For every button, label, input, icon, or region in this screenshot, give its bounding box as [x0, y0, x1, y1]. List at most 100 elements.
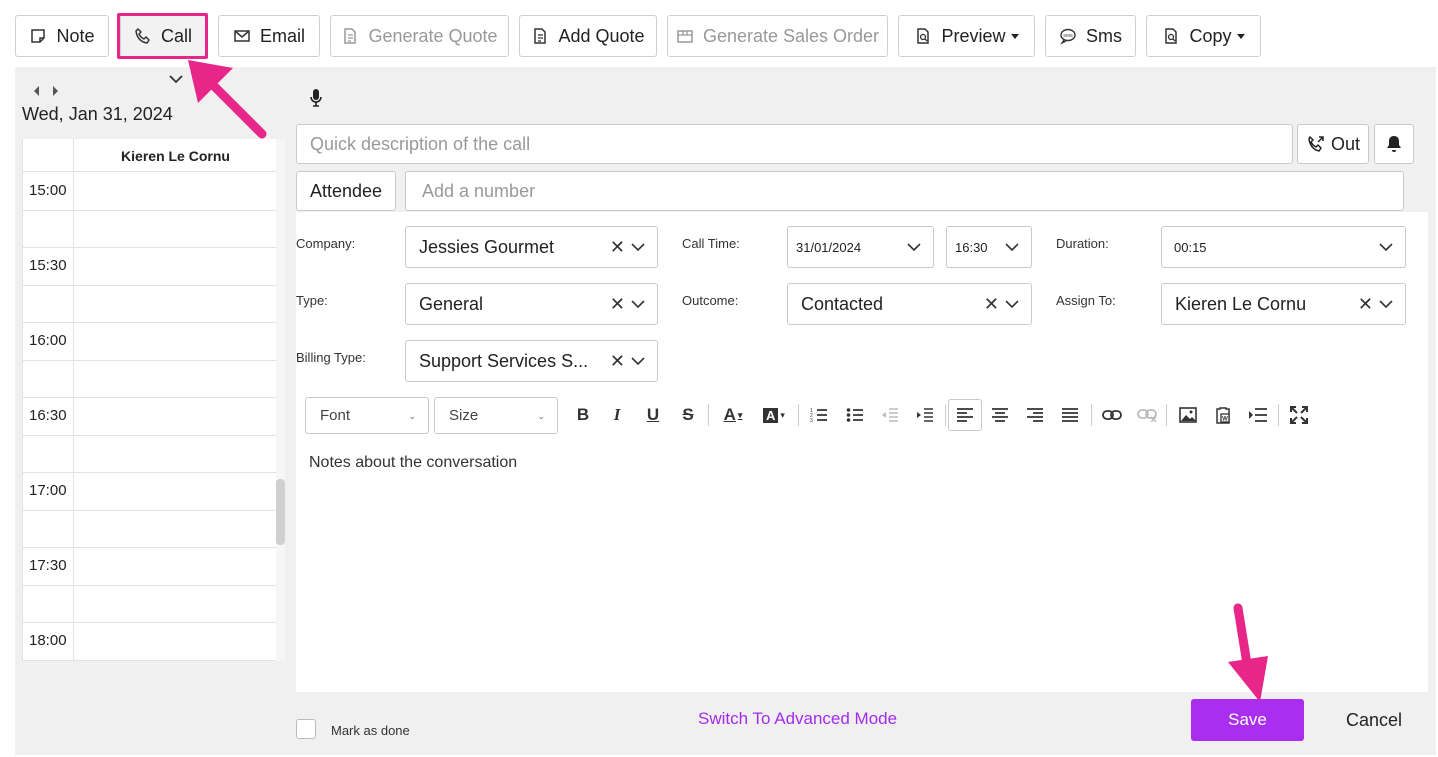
- font-select[interactable]: Font ⌄: [305, 397, 429, 434]
- type-label: Type:: [296, 293, 328, 308]
- link-icon[interactable]: [1100, 404, 1124, 426]
- sms-button[interactable]: SMS Sms: [1045, 15, 1136, 57]
- calendar-slot-line: [23, 547, 276, 548]
- underline-icon[interactable]: U: [641, 404, 665, 426]
- number-placeholder: Add a number: [422, 180, 536, 201]
- indent-icon[interactable]: [913, 404, 937, 426]
- font-select-label: Font: [320, 407, 351, 424]
- generate-sales-order-label: Generate Sales Order: [702, 25, 880, 46]
- size-select-label: Size: [449, 407, 479, 424]
- unordered-list-icon[interactable]: [843, 404, 867, 426]
- generate-sales-order-button[interactable]: Generate Sales Order: [667, 15, 888, 57]
- microphone-icon[interactable]: [309, 88, 323, 108]
- switch-advanced-mode-link[interactable]: Switch To Advanced Mode: [698, 709, 897, 729]
- outgoing-call-icon: [1308, 136, 1324, 152]
- box-icon: [677, 30, 693, 43]
- call-direction-label: Out: [1330, 133, 1360, 154]
- size-select[interactable]: Size ⌄: [434, 397, 558, 434]
- background-color-icon[interactable]: A ▾: [758, 404, 790, 426]
- attendee-button[interactable]: Attendee: [296, 171, 396, 211]
- image-icon[interactable]: [1176, 404, 1200, 426]
- ordered-list-icon[interactable]: 123: [807, 404, 831, 426]
- call-time-select[interactable]: 16:30: [946, 226, 1032, 268]
- bold-icon[interactable]: B: [571, 404, 595, 426]
- calendar-slot-line: [23, 472, 276, 473]
- arrow-to-save-icon: [1228, 603, 1268, 702]
- duration-label: Duration:: [1056, 236, 1109, 251]
- reminder-button[interactable]: [1374, 124, 1414, 164]
- mark-as-done-checkbox[interactable]: [296, 719, 316, 739]
- toolbar-divider: [1166, 404, 1167, 426]
- caret-down-icon: [1236, 33, 1245, 39]
- sms-label: Sms: [1086, 25, 1122, 46]
- billing-type-select[interactable]: Support Services S... ✕: [405, 340, 658, 382]
- number-input[interactable]: Add a number: [405, 171, 1404, 211]
- calendar-time-label: 17:30: [29, 557, 67, 574]
- calendar-slot-line: [23, 509, 276, 511]
- assign-to-select[interactable]: Kieren Le Cornu ✕: [1161, 283, 1406, 325]
- company-label: Company:: [296, 236, 356, 251]
- outcome-value: Contacted: [801, 293, 884, 314]
- call-direction-button[interactable]: Out: [1297, 124, 1369, 164]
- toolbar-divider: [945, 404, 946, 426]
- align-center-icon[interactable]: [988, 404, 1012, 426]
- envelope-icon: [234, 30, 250, 42]
- scrollbar-thumb[interactable]: [276, 479, 285, 545]
- fullscreen-icon[interactable]: [1287, 404, 1311, 426]
- clear-icon[interactable]: ✕: [1358, 294, 1373, 315]
- unlink-icon[interactable]: [1135, 404, 1159, 426]
- email-label: Email: [259, 25, 305, 46]
- sms-icon: SMS: [1060, 28, 1076, 45]
- note-icon: [31, 29, 46, 43]
- paste-word-icon[interactable]: W: [1211, 404, 1235, 426]
- toolbar-divider: [1278, 404, 1279, 426]
- chevron-down-icon: [1379, 299, 1393, 308]
- justify-icon[interactable]: [1058, 404, 1082, 426]
- notes-editor[interactable]: Notes about the conversation: [309, 454, 517, 472]
- outcome-select[interactable]: Contacted ✕: [787, 283, 1032, 325]
- duration-select[interactable]: 00:15: [1161, 226, 1406, 268]
- generate-quote-button[interactable]: Generate Quote: [330, 15, 509, 57]
- attendee-label: Attendee: [309, 180, 383, 201]
- chevron-down-icon: [631, 299, 645, 308]
- calendar-column-header: Kieren Le Cornu: [121, 148, 230, 164]
- clear-icon[interactable]: ✕: [984, 294, 999, 315]
- document-icon: [534, 28, 547, 44]
- note-button[interactable]: Note: [15, 15, 109, 57]
- cancel-button[interactable]: Cancel: [1346, 710, 1402, 731]
- call-description-input[interactable]: Quick description of the call: [296, 124, 1293, 164]
- align-right-icon[interactable]: [1023, 404, 1047, 426]
- font-color-icon[interactable]: A ▾: [718, 404, 748, 426]
- chevron-down-icon: [1005, 299, 1019, 308]
- day-calendar[interactable]: Kieren Le Cornu 15:00 15:30 16:00 16:30 17:0…: [22, 139, 276, 661]
- type-select[interactable]: General ✕: [405, 283, 658, 325]
- calendar-slot-line: [23, 622, 276, 623]
- copy-button[interactable]: Copy: [1146, 15, 1261, 57]
- arrow-to-call-icon: [188, 60, 267, 139]
- prev-day-icon[interactable]: [32, 85, 41, 97]
- copy-label: Copy: [1189, 25, 1232, 46]
- align-left-icon[interactable]: [948, 399, 982, 431]
- italic-icon[interactable]: I: [605, 404, 629, 426]
- calendar-scrollbar[interactable]: [276, 139, 285, 661]
- calendar-time-label: 17:00: [29, 482, 67, 499]
- mark-as-done-label: Mark as done: [331, 723, 410, 738]
- calendar-time-label: 16:00: [29, 332, 67, 349]
- caret-down-icon: [1010, 33, 1019, 39]
- strikethrough-icon[interactable]: S: [676, 404, 700, 426]
- chevron-down-icon: ⌄: [537, 411, 545, 421]
- clear-icon[interactable]: ✕: [610, 294, 625, 315]
- company-select[interactable]: Jessies Gourmet ✕: [405, 226, 658, 268]
- outdent-icon[interactable]: [878, 404, 902, 426]
- clear-icon[interactable]: ✕: [610, 237, 625, 258]
- calendar-time-label: 15:30: [29, 257, 67, 274]
- chevron-down-icon: [907, 242, 921, 251]
- call-date-select[interactable]: 31/01/2024: [787, 226, 934, 268]
- insert-line-icon[interactable]: [1246, 404, 1270, 426]
- preview-button[interactable]: Preview: [898, 15, 1035, 57]
- add-quote-button[interactable]: Add Quote: [519, 15, 657, 57]
- clear-icon[interactable]: ✕: [610, 351, 625, 372]
- chevron-down-icon: [631, 242, 645, 251]
- next-day-icon[interactable]: [51, 85, 60, 97]
- call-time-label: Call Time:: [682, 236, 740, 251]
